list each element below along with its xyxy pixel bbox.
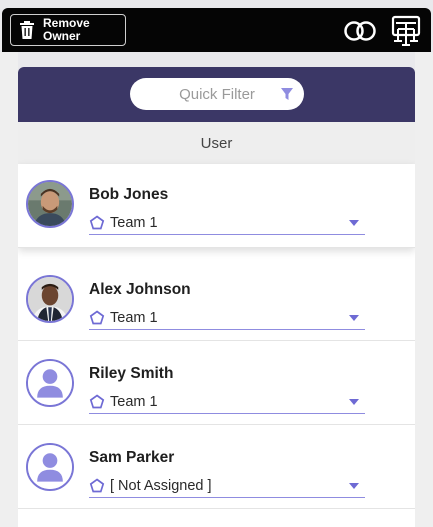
caret-down-icon — [349, 220, 359, 226]
user-panel: Quick Filter User Bob Jones Team 1 Alex … — [18, 67, 415, 527]
filter-icon[interactable] — [280, 87, 294, 101]
team-dropdown[interactable]: Team 1 — [89, 306, 365, 330]
team-icon — [89, 214, 105, 229]
user-name: Sam Parker — [89, 449, 175, 466]
caret-down-icon — [349, 483, 359, 489]
team-icon — [89, 309, 105, 324]
team-icon — [89, 477, 105, 492]
team-dropdown[interactable]: Team 1 — [89, 211, 365, 235]
background-left — [0, 52, 18, 527]
table-row[interactable]: Alex Johnson Team 1 — [18, 257, 415, 341]
avatar — [26, 275, 74, 323]
background-right — [415, 52, 433, 527]
top-toolbar: Remove Owner — [2, 8, 431, 52]
team-icon — [89, 393, 105, 408]
remove-owner-button[interactable]: Remove Owner — [10, 14, 126, 46]
user-placeholder-icon — [28, 445, 72, 489]
column-header-user[interactable]: User — [18, 122, 415, 164]
team-label: Team 1 — [110, 214, 158, 231]
table-row[interactable]: Bob Jones Team 1 — [18, 164, 415, 248]
user-name: Alex Johnson — [89, 281, 191, 298]
team-label: Team 1 — [110, 393, 158, 410]
team-dropdown[interactable]: [ Not Assigned ] — [89, 474, 365, 498]
trash-icon — [20, 21, 34, 39]
user-placeholder-icon — [28, 361, 72, 405]
table-row[interactable]: Riley Smith Team 1 — [18, 341, 415, 425]
team-dropdown[interactable]: Team 1 — [89, 390, 365, 414]
toggle-icon[interactable] — [342, 20, 378, 42]
org-chart-icon[interactable] — [390, 15, 422, 47]
avatar — [26, 443, 74, 491]
user-photo-icon — [28, 277, 72, 321]
panel-header: Quick Filter — [18, 67, 415, 122]
team-label: Team 1 — [110, 309, 158, 326]
user-name: Bob Jones — [89, 186, 169, 203]
caret-down-icon — [349, 315, 359, 321]
avatar — [26, 180, 74, 228]
caret-down-icon — [349, 399, 359, 405]
user-photo-icon — [28, 182, 72, 226]
user-name: Riley Smith — [89, 365, 174, 382]
remove-owner-label: Remove Owner — [43, 16, 90, 43]
team-label: [ Not Assigned ] — [110, 477, 212, 494]
avatar — [26, 359, 74, 407]
quick-filter-placeholder: Quick Filter — [179, 85, 255, 103]
table-row[interactable]: Sam Parker [ Not Assigned ] — [18, 425, 415, 509]
quick-filter-input[interactable]: Quick Filter — [130, 78, 304, 110]
